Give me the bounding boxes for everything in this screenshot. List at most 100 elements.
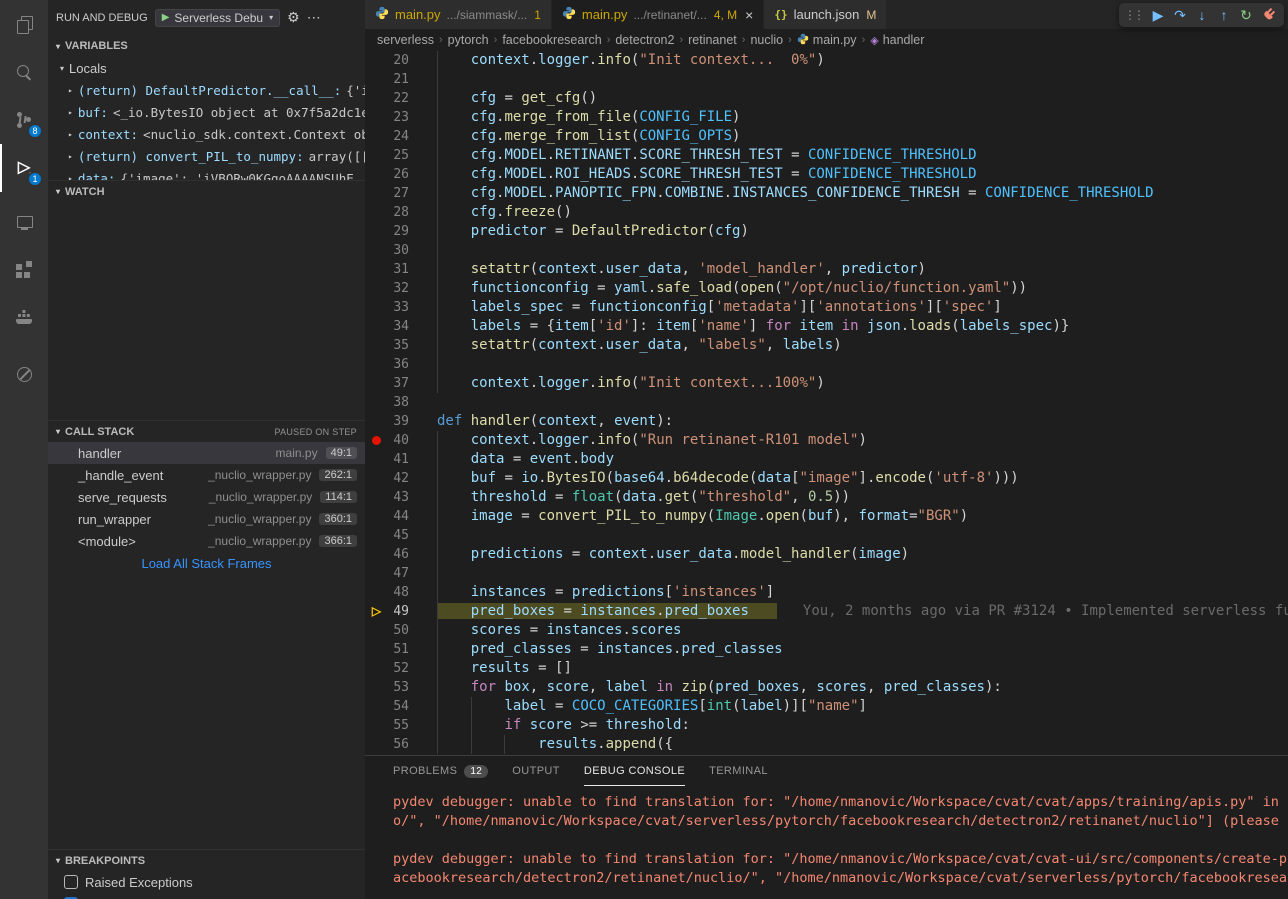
gutter-glyph-margin[interactable]	[365, 89, 388, 108]
gutter-glyph-margin[interactable]	[365, 507, 388, 526]
activity-item-docker[interactable]	[0, 295, 48, 343]
line-number[interactable]: 51	[388, 640, 409, 659]
code-line[interactable]: 56 results.append({	[365, 735, 1288, 754]
code-line[interactable]: ▷49 pred_boxes = instances.pred_boxesYou…	[365, 602, 1288, 621]
code-line[interactable]: 33 labels_spec = functionconfig['metadat…	[365, 298, 1288, 317]
code-line[interactable]: 22 cfg = get_cfg()	[365, 89, 1288, 108]
gutter-glyph-margin[interactable]	[365, 640, 388, 659]
code-line[interactable]: 29 predictor = DefaultPredictor(cfg)	[365, 222, 1288, 241]
gutter-glyph-margin[interactable]	[365, 659, 388, 678]
line-number[interactable]: 39	[388, 412, 409, 431]
code-line[interactable]: 40 context.logger.info("Run retinanet-R1…	[365, 431, 1288, 450]
line-number[interactable]: 48	[388, 583, 409, 602]
gutter-glyph-margin[interactable]	[365, 70, 388, 89]
gutter-glyph-margin[interactable]	[365, 469, 388, 488]
debug-config-select[interactable]: ▶ Serverless Debu ▾	[155, 9, 280, 27]
line-number[interactable]: 55	[388, 716, 409, 735]
breadcrumb-item-serverless[interactable]: serverless	[377, 33, 434, 47]
variable-row[interactable]: ▸data:{'image': 'iVBORw0KGgoAAAANSUhE…	[48, 167, 365, 180]
line-number[interactable]: 53	[388, 678, 409, 697]
gutter-glyph-margin[interactable]	[365, 678, 388, 697]
gutter-glyph-margin[interactable]	[365, 51, 388, 70]
debug-console-output[interactable]: pydev debugger: unable to find translati…	[365, 786, 1288, 888]
code-line[interactable]: 50 scores = instances.scores	[365, 621, 1288, 640]
gutter-glyph-margin[interactable]	[365, 488, 388, 507]
load-all-frames-link[interactable]: Load All Stack Frames	[48, 552, 365, 574]
line-number[interactable]: 42	[388, 469, 409, 488]
gutter-glyph-margin[interactable]	[365, 526, 388, 545]
code-line[interactable]: 34 labels = {item['id']: item['name'] fo…	[365, 317, 1288, 336]
line-number[interactable]: 28	[388, 203, 409, 222]
tab-main.py[interactable]: main.py.../retinanet/...4, M×	[552, 0, 763, 29]
step-into-button[interactable]: ↓	[1191, 4, 1213, 26]
gutter-glyph-margin[interactable]	[365, 564, 388, 583]
checkbox[interactable]	[64, 875, 78, 889]
line-number[interactable]: 22	[388, 89, 409, 108]
breakpoint-row[interactable]: ✓Uncaught Exceptions	[48, 893, 365, 899]
line-number[interactable]: 43	[388, 488, 409, 507]
line-number[interactable]: 46	[388, 545, 409, 564]
line-number[interactable]: 50	[388, 621, 409, 640]
line-number[interactable]: 54	[388, 697, 409, 716]
stack-frame[interactable]: handlermain.py49:1	[48, 442, 365, 464]
gutter-glyph-margin[interactable]	[365, 317, 388, 336]
editor[interactable]: 20 context.logger.info("Init context... …	[365, 51, 1288, 755]
gutter-glyph-margin[interactable]	[365, 165, 388, 184]
activity-item-source-control[interactable]: 8	[0, 96, 48, 144]
line-number[interactable]: 38	[388, 393, 409, 412]
code-line[interactable]: 37 context.logger.info("Init context...1…	[365, 374, 1288, 393]
breadcrumb-item-main.py[interactable]: main.py	[797, 33, 857, 48]
breakpoint-icon[interactable]	[372, 436, 381, 445]
gutter-glyph-margin[interactable]	[365, 393, 388, 412]
line-number[interactable]: 30	[388, 241, 409, 260]
line-number[interactable]: 34	[388, 317, 409, 336]
code-line[interactable]: 35 setattr(context.user_data, "labels", …	[365, 336, 1288, 355]
start-debug-icon[interactable]: ▶	[162, 12, 170, 23]
stack-frame[interactable]: _handle_event_nuclio_wrapper.py262:1	[48, 464, 365, 486]
activity-item-search[interactable]	[0, 48, 48, 96]
variables-header[interactable]: ▾ VARIABLES	[48, 35, 365, 57]
code-line[interactable]: 30	[365, 241, 1288, 260]
gutter-glyph-margin[interactable]	[365, 374, 388, 393]
disconnect-button[interactable]	[1257, 4, 1279, 26]
breadcrumb-item-retinanet[interactable]: retinanet	[688, 33, 737, 47]
activity-item-run-debug[interactable]: 1	[0, 144, 48, 192]
breadcrumb-item-facebookresearch[interactable]: facebookresearch	[502, 33, 601, 47]
gutter-glyph-margin[interactable]	[365, 336, 388, 355]
line-number[interactable]: 45	[388, 526, 409, 545]
line-number[interactable]: 33	[388, 298, 409, 317]
line-number[interactable]: 27	[388, 184, 409, 203]
line-number[interactable]: 25	[388, 146, 409, 165]
gutter-glyph-margin[interactable]	[365, 184, 388, 203]
continue-button[interactable]: ▶	[1147, 4, 1169, 26]
panel-tab-output[interactable]: OUTPUT	[512, 756, 560, 786]
call-stack-header[interactable]: ▾ CALL STACK PAUSED ON STEP	[48, 420, 365, 442]
gutter-glyph-margin[interactable]	[365, 355, 388, 374]
variable-row[interactable]: ▸context:<nuclio_sdk.context.Context obj…	[48, 123, 365, 145]
line-number[interactable]: 36	[388, 355, 409, 374]
gutter-glyph-margin[interactable]	[365, 545, 388, 564]
code-line[interactable]: 23 cfg.merge_from_file(CONFIG_FILE)	[365, 108, 1288, 127]
stack-frame[interactable]: run_wrapper_nuclio_wrapper.py360:1	[48, 508, 365, 530]
gutter-glyph-margin[interactable]	[365, 146, 388, 165]
variable-row[interactable]: ▸(return) DefaultPredictor.__call__:{'in…	[48, 79, 365, 101]
code-line[interactable]: 38	[365, 393, 1288, 412]
code-line[interactable]: 44 image = convert_PIL_to_numpy(Image.op…	[365, 507, 1288, 526]
gutter-glyph-margin[interactable]	[365, 279, 388, 298]
breadcrumb-item-pytorch[interactable]: pytorch	[448, 33, 489, 47]
gutter-glyph-margin[interactable]	[365, 431, 388, 450]
breakpoints-header[interactable]: ▾ BREAKPOINTS	[48, 849, 365, 871]
stack-frame[interactable]: <module>_nuclio_wrapper.py366:1	[48, 530, 365, 552]
line-number[interactable]: 56	[388, 735, 409, 754]
variable-row[interactable]: ▸(return) convert_PIL_to_numpy:array([[[…	[48, 145, 365, 167]
gutter-glyph-margin[interactable]	[365, 127, 388, 146]
line-number[interactable]: 31	[388, 260, 409, 279]
code-line[interactable]: 31 setattr(context.user_data, 'model_han…	[365, 260, 1288, 279]
gutter-glyph-margin[interactable]	[365, 735, 388, 754]
gutter-glyph-margin[interactable]	[365, 222, 388, 241]
breadcrumb-item-detectron2[interactable]: detectron2	[615, 33, 674, 47]
line-number[interactable]: 26	[388, 165, 409, 184]
gutter-glyph-margin[interactable]: ▷	[365, 602, 388, 621]
line-number[interactable]: 24	[388, 127, 409, 146]
gutter-glyph-margin[interactable]	[365, 241, 388, 260]
